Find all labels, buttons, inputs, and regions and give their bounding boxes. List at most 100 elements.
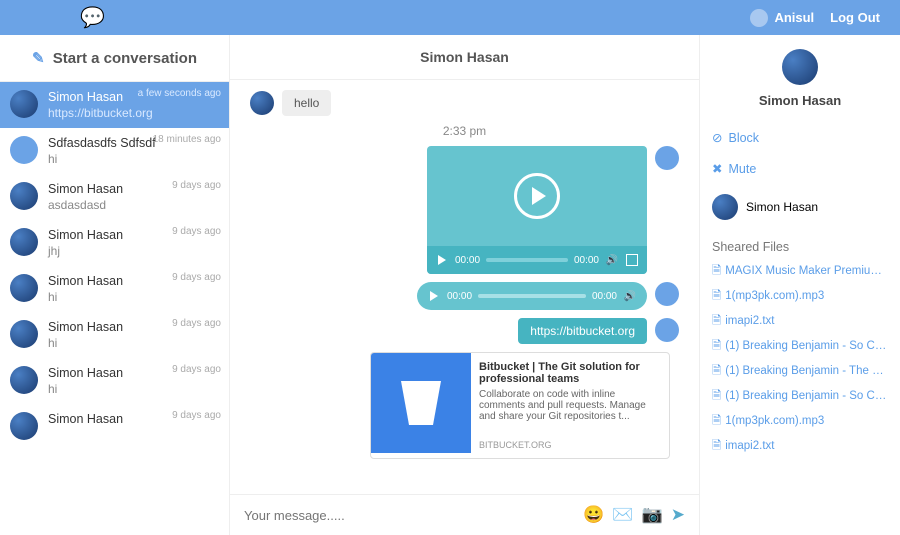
file-item[interactable]: 🗎MAGIX Music Maker Premium - Music makin…	[712, 260, 888, 285]
card-title: Bitbucket | The Git solution for profess…	[479, 361, 661, 385]
avatar-icon	[10, 274, 38, 302]
attachment-icon[interactable]: ✉️	[612, 505, 633, 525]
sender-avatar-icon	[655, 282, 679, 306]
conversation-item[interactable]: Simon Hasanjhj9 days ago	[0, 220, 229, 266]
conv-preview: hi	[48, 152, 219, 166]
user-avatar-icon[interactable]	[750, 9, 768, 27]
audio-player[interactable]: 00:00 00:00 🔊	[417, 282, 647, 310]
emoji-icon[interactable]: 😀	[583, 505, 604, 525]
conversation-item[interactable]: Simon Hasan9 days ago	[0, 404, 229, 448]
video-player[interactable]: 00:00 00:00 🔊	[427, 146, 647, 274]
file-icon: 🗎	[712, 365, 721, 377]
conversation-item[interactable]: Simon Hasanhi9 days ago	[0, 358, 229, 404]
link-preview-card[interactable]: Bitbucket | The Git solution for profess…	[370, 352, 670, 459]
avatar-icon	[10, 366, 38, 394]
conv-time: 18 minutes ago	[153, 134, 221, 145]
sender-avatar-icon	[655, 318, 679, 342]
profile-name: Simon Hasan	[712, 93, 888, 108]
conversation-list: Simon Hasanhttps://bitbucket.orga few se…	[0, 82, 229, 535]
volume-icon[interactable]: 🔊	[623, 289, 637, 303]
current-user[interactable]: Anisul	[774, 10, 814, 25]
conversation-item[interactable]: Sdfasdasdfs Sdfsdfhi18 minutes ago	[0, 128, 229, 174]
play-button-icon[interactable]	[427, 289, 441, 303]
incoming-message: hello	[250, 90, 679, 116]
conv-preview: asdasdasd	[48, 198, 219, 212]
conversations-sidebar: ✎ Start a conversation Simon Hasanhttps:…	[0, 35, 230, 535]
video-seek-bar[interactable]	[486, 258, 568, 262]
file-icon: 🗎	[712, 340, 721, 352]
block-button[interactable]: ⊘Block	[712, 122, 888, 153]
conv-preview: hi	[48, 336, 219, 350]
message-input[interactable]	[244, 508, 575, 523]
conversation-item[interactable]: Simon Hasanasdasdasd9 days ago	[0, 174, 229, 220]
conv-time: 9 days ago	[172, 410, 221, 421]
chat-panel: Simon Hasan hello 2:33 pm 00:00 00:00 🔊	[230, 35, 700, 535]
play-icon[interactable]	[514, 173, 560, 219]
timestamp: 2:33 pm	[250, 124, 679, 138]
conv-time: 9 days ago	[172, 226, 221, 237]
conversation-item[interactable]: Simon Hasanhttps://bitbucket.orga few se…	[0, 82, 229, 128]
fullscreen-icon[interactable]	[625, 253, 639, 267]
conv-preview: jhj	[48, 244, 219, 258]
file-item[interactable]: 🗎imapi2.txt	[712, 310, 888, 335]
conversation-item[interactable]: Simon Hasanhi9 days ago	[0, 312, 229, 358]
avatar-icon	[10, 228, 38, 256]
block-icon: ⊘	[712, 131, 722, 145]
conv-preview: hi	[48, 382, 219, 396]
message-composer: 😀 ✉️ 📷 ➤	[230, 494, 699, 535]
details-panel: Simon Hasan ⊘Block ✖Mute Simon Hasan She…	[700, 35, 900, 535]
bitbucket-logo-icon	[371, 353, 471, 453]
avatar-icon	[10, 320, 38, 348]
conv-preview: hi	[48, 290, 219, 304]
avatar-icon	[10, 412, 38, 440]
chat-bubbles-icon[interactable]: 💬	[80, 5, 105, 30]
message-text: hello	[282, 90, 331, 116]
file-item[interactable]: 🗎1(mp3pk.com).mp3	[712, 285, 888, 310]
file-icon: 🗎	[712, 265, 721, 277]
member-row[interactable]: Simon Hasan	[712, 184, 888, 230]
shared-files-list: 🗎MAGIX Music Maker Premium - Music makin…	[712, 260, 888, 460]
outgoing-video-message: 00:00 00:00 🔊	[250, 146, 679, 274]
card-source: BITBUCKET.ORG	[479, 440, 661, 450]
video-time-total: 00:00	[574, 255, 599, 266]
file-item[interactable]: 🗎imapi2.txt	[712, 435, 888, 460]
start-label: Start a conversation	[53, 50, 197, 67]
outgoing-audio-message: 00:00 00:00 🔊	[250, 282, 679, 310]
member-avatar-icon	[712, 194, 738, 220]
avatar-icon	[10, 136, 38, 164]
audio-time-total: 00:00	[592, 291, 617, 302]
audio-seek-bar[interactable]	[478, 294, 586, 298]
mute-button[interactable]: ✖Mute	[712, 153, 888, 184]
file-icon: 🗎	[712, 315, 721, 327]
file-icon: 🗎	[712, 415, 721, 427]
logout-link[interactable]: Log Out	[830, 10, 880, 25]
messages-area: hello 2:33 pm 00:00 00:00 🔊	[230, 80, 699, 494]
mute-icon: ✖	[712, 162, 722, 176]
conv-time: 9 days ago	[172, 180, 221, 191]
conv-time: 9 days ago	[172, 318, 221, 329]
file-item[interactable]: 🗎(1) Breaking Benjamin - So Cold - YouTu…	[712, 385, 888, 410]
file-icon: 🗎	[712, 290, 721, 302]
compose-icon: ✎	[32, 50, 45, 67]
sender-avatar-icon	[655, 146, 679, 170]
video-time-current: 00:00	[455, 255, 480, 266]
send-icon[interactable]: ➤	[671, 505, 685, 525]
profile-avatar-icon	[782, 49, 818, 85]
play-button-icon[interactable]	[435, 253, 449, 267]
topbar: 💬 Anisul Log Out	[0, 0, 900, 35]
link-bubble[interactable]: https://bitbucket.org	[518, 318, 647, 344]
file-item[interactable]: 🗎(1) Breaking Benjamin - So Cold - YouTu…	[712, 335, 888, 360]
audio-time-current: 00:00	[447, 291, 472, 302]
start-conversation-button[interactable]: ✎ Start a conversation	[0, 35, 229, 82]
camera-icon[interactable]: 📷	[642, 505, 663, 525]
file-icon: 🗎	[712, 390, 721, 402]
volume-icon[interactable]: 🔊	[605, 253, 619, 267]
avatar-icon	[10, 182, 38, 210]
chat-header: Simon Hasan	[230, 35, 699, 80]
file-item[interactable]: 🗎1(mp3pk.com).mp3	[712, 410, 888, 435]
sender-avatar-icon	[250, 91, 274, 115]
file-item[interactable]: 🗎(1) Breaking Benjamin - The Diary of Ja…	[712, 360, 888, 385]
shared-files-title: Sheared Files	[712, 240, 888, 254]
outgoing-link-message: https://bitbucket.org	[250, 318, 679, 344]
conversation-item[interactable]: Simon Hasanhi9 days ago	[0, 266, 229, 312]
